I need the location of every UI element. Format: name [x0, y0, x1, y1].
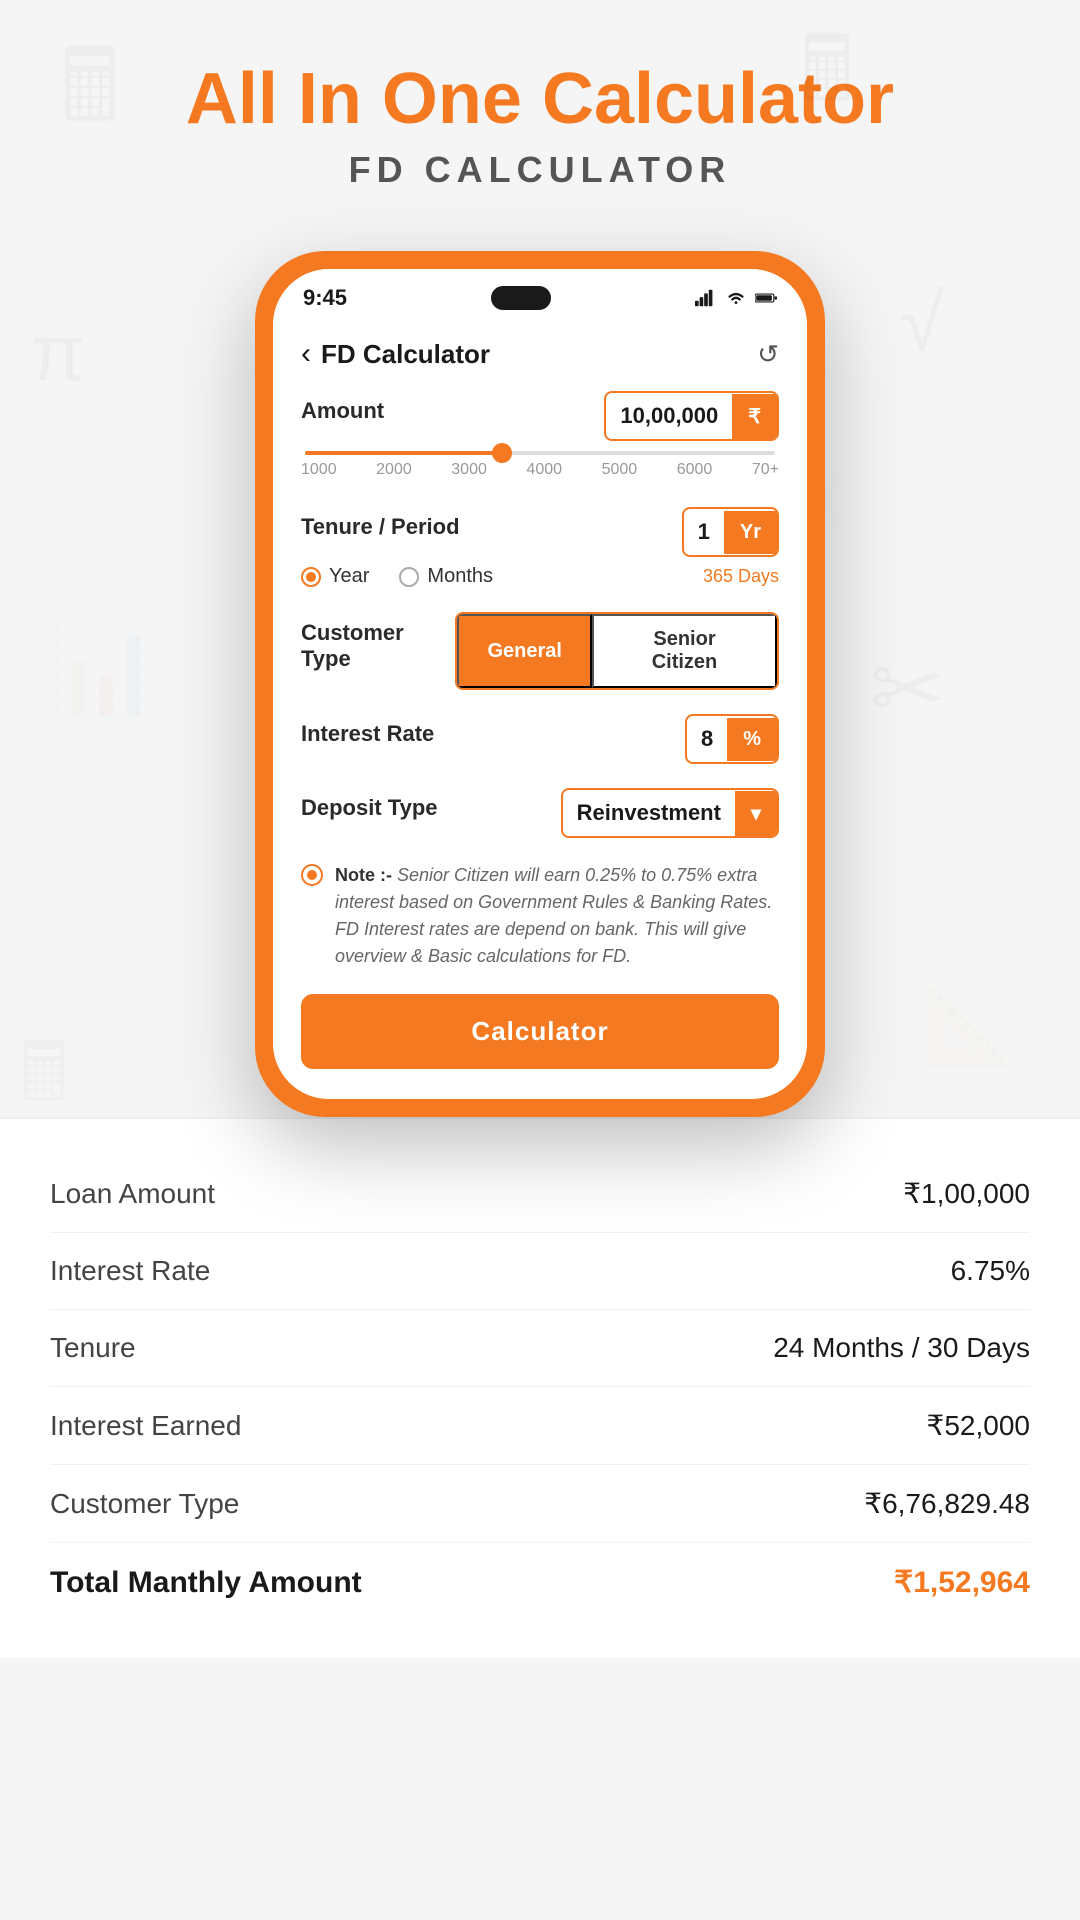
- interest-rate-input-box[interactable]: 8 %: [685, 714, 779, 764]
- slider-fill: [305, 451, 502, 455]
- customer-type-label: Customer Type: [301, 620, 455, 672]
- nav-bar: ‹ FD Calculator ↺: [301, 319, 779, 391]
- nav-title: FD Calculator: [321, 339, 490, 370]
- tenure-radio-group: Year Months 365 Days: [301, 565, 779, 588]
- note-text: Note :- Senior Citizen will earn 0.25% t…: [335, 862, 779, 970]
- refresh-button[interactable]: ↺: [757, 339, 779, 370]
- tenure-label: Tenure / Period: [301, 514, 460, 540]
- wifi-icon: [725, 287, 747, 309]
- general-button[interactable]: General: [457, 614, 591, 688]
- slider-labels: 1000 2000 3000 4000 5000 6000 70+: [301, 461, 779, 479]
- battery-icon: [755, 287, 777, 309]
- status-bar: 9:45: [273, 269, 807, 319]
- result-total-monthly: Total Manthly Amount ₹1,52,964: [50, 1543, 1030, 1622]
- year-radio-outer: [301, 567, 321, 587]
- result-loan-amount: Loan Amount ₹1,00,000: [50, 1155, 1030, 1233]
- tenure-input-box[interactable]: 1 Yr: [682, 507, 779, 557]
- interest-rate-row: Interest Rate 8 %: [301, 714, 779, 764]
- app-content: ‹ FD Calculator ↺ Amount 10,00,000 ₹: [273, 319, 807, 1099]
- result-interest-rate-value: 6.75%: [951, 1255, 1030, 1287]
- note-body: Senior Citizen will earn 0.25% to 0.75% …: [335, 865, 772, 966]
- note-prefix: Note :-: [335, 865, 392, 885]
- status-time: 9:45: [303, 285, 347, 311]
- interest-rate-unit: %: [727, 718, 777, 761]
- note-box: Note :- Senior Citizen will earn 0.25% t…: [301, 862, 779, 970]
- year-radio-dot: [306, 572, 316, 582]
- phone-inner-screen: 9:45: [273, 269, 807, 1099]
- amount-label: Amount: [301, 398, 384, 424]
- result-customer-type-label: Customer Type: [50, 1488, 239, 1520]
- months-radio[interactable]: Months: [399, 565, 493, 588]
- loan-amount-value: ₹1,00,000: [903, 1177, 1030, 1210]
- result-tenure-label: Tenure: [50, 1332, 136, 1364]
- result-customer-type: Customer Type ₹6,76,829.48: [50, 1465, 1030, 1543]
- note-icon: [301, 864, 323, 886]
- header: All In One Calculator FD CALCULATOR: [0, 0, 1080, 221]
- loan-amount-label: Loan Amount: [50, 1178, 215, 1210]
- result-interest-earned: Interest Earned ₹52,000: [50, 1387, 1030, 1465]
- deposit-type-value: Reinvestment: [563, 790, 735, 836]
- amount-unit: ₹: [732, 394, 777, 439]
- phone-notch: [491, 286, 551, 310]
- results-section: Loan Amount ₹1,00,000 Interest Rate 6.75…: [0, 1117, 1080, 1658]
- result-total-value: ₹1,52,964: [894, 1565, 1030, 1600]
- amount-value: 10,00,000: [606, 393, 732, 439]
- calculate-button[interactable]: Calculator: [301, 994, 779, 1069]
- back-arrow-icon: ‹: [301, 337, 311, 371]
- amount-field-row: Amount 10,00,000 ₹ 1000: [301, 391, 779, 483]
- interest-rate-value: 8: [687, 716, 727, 762]
- phone-outer-frame: 9:45: [255, 251, 825, 1117]
- senior-citizen-button[interactable]: Senior Citizen: [592, 614, 777, 688]
- deposit-type-dropdown[interactable]: Reinvestment ▾: [561, 788, 779, 838]
- customer-type-row: Customer Type General Senior Citizen: [301, 612, 779, 690]
- slider-track: [305, 451, 775, 455]
- result-tenure: Tenure 24 Months / 30 Days: [50, 1310, 1030, 1387]
- year-radio[interactable]: Year: [301, 565, 369, 588]
- result-interest-earned-label: Interest Earned: [50, 1410, 241, 1442]
- app-title: All In One Calculator: [40, 60, 1040, 139]
- deposit-type-label: Deposit Type: [301, 795, 438, 821]
- result-customer-type-value: ₹6,76,829.48: [864, 1487, 1030, 1520]
- days-hint: 365 Days: [703, 566, 779, 587]
- customer-type-toggle[interactable]: General Senior Citizen: [455, 612, 779, 690]
- interest-rate-label: Interest Rate: [301, 721, 434, 747]
- deposit-type-chevron-icon: ▾: [735, 791, 777, 836]
- result-total-label: Total Manthly Amount: [50, 1566, 362, 1600]
- result-interest-earned-value: ₹52,000: [927, 1409, 1030, 1442]
- signal-icon: [695, 287, 717, 309]
- year-radio-label: Year: [329, 565, 369, 588]
- months-radio-outer: [399, 567, 419, 587]
- tenure-field-row: Tenure / Period 1 Yr Year: [301, 507, 779, 588]
- note-dot: [307, 870, 317, 880]
- result-tenure-value: 24 Months / 30 Days: [773, 1332, 1030, 1364]
- tenure-unit: Yr: [724, 511, 777, 554]
- deposit-type-row: Deposit Type Reinvestment ▾: [301, 788, 779, 838]
- tenure-value: 1: [684, 509, 724, 555]
- phone-mockup: 9:45: [0, 251, 1080, 1117]
- amount-slider[interactable]: 1000 2000 3000 4000 5000 6000 70+: [301, 441, 779, 483]
- page-subtitle: FD CALCULATOR: [40, 149, 1040, 191]
- slider-thumb: [492, 443, 512, 463]
- result-interest-rate: Interest Rate 6.75%: [50, 1233, 1030, 1310]
- status-icons: [695, 287, 777, 309]
- back-button[interactable]: ‹ FD Calculator: [301, 337, 490, 371]
- result-interest-rate-label: Interest Rate: [50, 1255, 210, 1287]
- months-radio-label: Months: [427, 565, 493, 588]
- amount-input-box[interactable]: 10,00,000 ₹: [604, 391, 779, 441]
